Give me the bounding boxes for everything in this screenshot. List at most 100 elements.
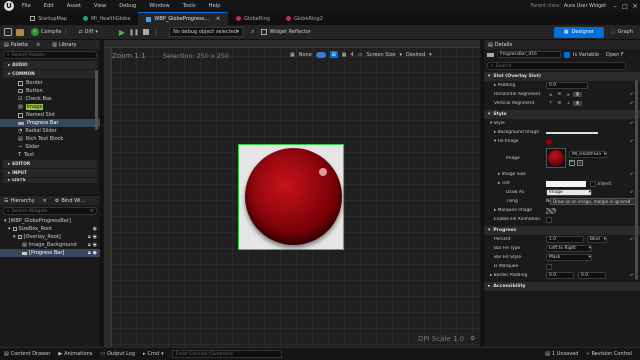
widget-preview-frame[interactable] bbox=[238, 144, 344, 250]
tree-node-image-background[interactable]: ▨ Image_Background 🔒︎ ◉ bbox=[0, 241, 100, 249]
unsaved-indicator[interactable]: ▤ 1 Unsaved bbox=[545, 351, 578, 357]
close-icon[interactable]: × bbox=[43, 198, 47, 204]
palette-item-border[interactable]: Border bbox=[0, 79, 100, 87]
draw-as-dropdown[interactable]: Image ▾ bbox=[546, 189, 592, 196]
is-marquee-checkbox[interactable] bbox=[546, 263, 552, 270]
visibility-eye-icon[interactable]: ◉ bbox=[93, 234, 97, 240]
fill-screen-dropdown[interactable]: Desired bbox=[406, 52, 425, 58]
menu-tools[interactable]: Tools bbox=[183, 3, 196, 9]
browse-asset-icon[interactable]: ⌕ bbox=[577, 159, 583, 166]
screen-size-dropdown[interactable]: Screen Size bbox=[366, 52, 395, 58]
palette-item-checkbox[interactable]: ☑ Check Box bbox=[0, 95, 100, 103]
palette-item-text[interactable]: T Text bbox=[0, 151, 100, 159]
visibility-eye-icon[interactable]: ◉ bbox=[93, 226, 97, 232]
palette-item-image[interactable]: ▨ Image bbox=[0, 103, 100, 111]
reset-icon[interactable]: ↶ bbox=[630, 172, 634, 178]
palette-category-lists[interactable]: ▸ LISTS bbox=[3, 178, 97, 183]
minimize-icon[interactable]: – bbox=[610, 2, 620, 10]
palette-scrollbar[interactable] bbox=[95, 70, 98, 130]
designer-button[interactable]: ▦ Designer bbox=[553, 26, 604, 38]
reset-icon[interactable]: ↶ bbox=[630, 273, 634, 279]
palette-category-input[interactable]: ▸ INPUT bbox=[3, 169, 97, 177]
palette-item-radial-slider[interactable]: ◔ Radial Slider bbox=[0, 127, 100, 135]
grid-snap-icon[interactable]: ▦ bbox=[342, 52, 347, 58]
compile-button[interactable]: ✓ Compile ⋮ bbox=[28, 27, 71, 38]
revision-control-button[interactable]: ⑂ Revision Control bbox=[586, 351, 632, 357]
reset-icon[interactable]: ↶ bbox=[630, 190, 634, 196]
save-icon[interactable] bbox=[4, 28, 12, 36]
enable-fill-checkbox[interactable] bbox=[546, 216, 552, 223]
reset-icon[interactable]: ↶ bbox=[630, 237, 634, 243]
fill-image-swatch[interactable] bbox=[546, 138, 552, 145]
image-asset-dropdown[interactable]: MI_HealthGlo ▾ bbox=[569, 150, 607, 158]
tree-node-root[interactable]: ▾ [WBP_GlobeProgressBar] bbox=[0, 217, 100, 225]
animations-button[interactable]: ▶ Animations bbox=[58, 351, 92, 357]
close-icon[interactable]: × bbox=[630, 2, 640, 10]
bar-fill-style-dropdown[interactable]: Mask ▾ bbox=[546, 254, 592, 261]
settings-icon[interactable]: ⚙ bbox=[90, 209, 94, 214]
visibility-eye-icon[interactable]: ◉ bbox=[93, 242, 97, 248]
marquee-image-swatch[interactable] bbox=[546, 207, 556, 214]
tab-wbp-globeprogress[interactable]: WBP_GlobeProgress... × bbox=[138, 12, 229, 25]
dpi-settings-icon[interactable]: ⚙ bbox=[470, 335, 475, 342]
debug-object-dropdown[interactable]: No debug object selected ▾ bbox=[169, 27, 244, 37]
use-selected-icon[interactable]: ← bbox=[569, 159, 575, 166]
output-log-button[interactable]: ▭ Output Log bbox=[100, 351, 135, 357]
align-bottom-icon[interactable]: ⊥ bbox=[564, 101, 573, 106]
bind-dropdown[interactable]: Bind ▾ bbox=[587, 236, 607, 243]
align-fill-icon[interactable]: ▮ bbox=[573, 92, 582, 97]
align-middle-icon[interactable]: ≡ bbox=[555, 101, 564, 106]
image-thumbnail[interactable] bbox=[546, 148, 566, 168]
unreal-logo-icon[interactable]: U bbox=[4, 1, 14, 11]
palette-item-rich-text[interactable]: ▤ Rich Text Block bbox=[0, 135, 100, 143]
palette-category-editor[interactable]: ▸ EDITOR bbox=[3, 160, 97, 168]
menu-file[interactable]: File bbox=[22, 3, 31, 9]
border-padding-x-input[interactable]: 0.0 bbox=[546, 272, 574, 279]
close-icon[interactable]: × bbox=[36, 42, 40, 48]
tree-node-overlay[interactable]: ▾ [Overlay_Root] 🔒︎ ◉ bbox=[0, 233, 100, 241]
tab-globering2[interactable]: GlobeRing2 bbox=[278, 12, 331, 25]
none-mode-label[interactable]: None bbox=[299, 52, 312, 58]
grid-snap-value[interactable]: 4 bbox=[351, 52, 354, 58]
align-left-icon[interactable]: ⫷ bbox=[546, 92, 555, 98]
pause-icon[interactable]: ❚❚ bbox=[129, 29, 139, 36]
reset-icon[interactable]: ↶ bbox=[630, 139, 634, 145]
lock-icon[interactable]: 🔒︎ bbox=[88, 234, 91, 240]
parent-class-value[interactable]: Aura User Widget bbox=[564, 4, 606, 9]
cmd-dropdown[interactable]: ▸ Cmd ▾ bbox=[143, 351, 164, 357]
align-center-icon[interactable]: ≡ bbox=[555, 92, 564, 97]
palette-item-button[interactable]: Button bbox=[0, 87, 100, 95]
play-icon[interactable]: ▶ bbox=[119, 28, 125, 37]
palette-tab[interactable]: Palette bbox=[11, 42, 28, 48]
browse-icon[interactable] bbox=[16, 28, 24, 36]
menu-help[interactable]: Help bbox=[209, 3, 221, 9]
reset-icon[interactable]: ↶ bbox=[630, 92, 634, 98]
menu-edit[interactable]: Edit bbox=[44, 3, 54, 9]
tab-mi-healthglobe[interactable]: MI_HealthGlobe bbox=[75, 12, 138, 25]
palette-item-slider[interactable]: ⊸ Slider bbox=[0, 143, 100, 151]
palette-item-named-slot[interactable]: Named Slot bbox=[0, 111, 100, 119]
bar-fill-type-dropdown[interactable]: Left to Right ▾ bbox=[546, 245, 592, 252]
debug-filter-icon[interactable]: ⌕ bbox=[251, 28, 254, 36]
open-button[interactable]: Open F bbox=[606, 52, 624, 58]
border-padding-y-input[interactable]: 0.0 bbox=[578, 272, 606, 279]
maximize-icon[interactable]: □ bbox=[620, 3, 630, 10]
respect-locks-icon[interactable]: ⊞ bbox=[329, 51, 338, 58]
align-right-icon[interactable]: ⫸ bbox=[564, 92, 573, 98]
is-variable-checkbox[interactable] bbox=[564, 51, 570, 58]
menu-asset[interactable]: Asset bbox=[67, 3, 81, 9]
tree-node-sizebox[interactable]: ▾ SizeBox_Root ◉ bbox=[0, 225, 100, 233]
bind-widgets-tab[interactable]: Bind Wi... bbox=[61, 198, 85, 204]
align-top-icon[interactable]: ⊤ bbox=[546, 101, 555, 106]
section-style[interactable]: ▾ Style bbox=[484, 110, 640, 119]
details-search-input[interactable]: ⌕ Search bbox=[487, 62, 626, 70]
visibility-eye-icon[interactable]: ◉ bbox=[93, 250, 97, 256]
tab-startupmap[interactable]: StartupMap bbox=[22, 12, 75, 25]
hierarchy-tab[interactable]: Hierarchy bbox=[10, 198, 34, 204]
widget-reflector-button[interactable]: Widget Reflector bbox=[258, 27, 314, 38]
palette-category-common[interactable]: ▾ COMMON bbox=[3, 70, 97, 78]
reset-icon[interactable]: ↶ bbox=[630, 101, 634, 107]
hierarchy-search-input[interactable]: ⌕ Search Widgets ⚙ bbox=[3, 207, 97, 215]
lock-icon[interactable]: 🔒︎ bbox=[88, 250, 91, 256]
details-scrollbar[interactable] bbox=[635, 80, 638, 280]
